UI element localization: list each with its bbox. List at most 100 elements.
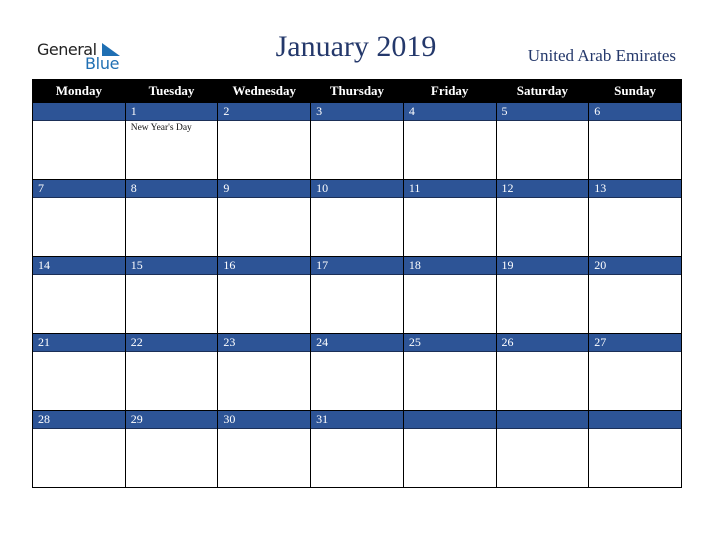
day-number: 29 — [125, 411, 218, 429]
holiday-label — [33, 198, 125, 200]
week-row: 14 15 16 17 18 19 20 — [32, 256, 682, 334]
day-cell[interactable] — [402, 410, 497, 488]
holiday-label — [497, 429, 589, 431]
day-cell[interactable]: 1 New Year's Day — [124, 102, 219, 180]
day-number: 24 — [311, 334, 403, 352]
weekday-header-sunday: Sunday — [588, 79, 682, 103]
day-number: 25 — [403, 334, 496, 352]
day-number — [589, 411, 681, 429]
holiday-label — [126, 429, 218, 431]
day-cell[interactable]: 27 — [588, 333, 682, 411]
day-cell[interactable]: 8 — [124, 179, 219, 257]
day-cell[interactable]: 21 — [32, 333, 126, 411]
day-cell[interactable]: 6 — [588, 102, 682, 180]
weekday-header-wednesday: Wednesday — [217, 79, 312, 103]
day-cell[interactable]: 23 — [217, 333, 312, 411]
holiday-label — [497, 121, 589, 123]
day-number: 16 — [218, 257, 311, 275]
day-cell[interactable] — [32, 102, 126, 180]
day-cell[interactable]: 18 — [402, 256, 497, 334]
holiday-label — [404, 429, 496, 431]
holiday-label — [404, 121, 496, 123]
day-number: 11 — [403, 180, 496, 198]
day-cell[interactable]: 17 — [310, 256, 404, 334]
day-cell[interactable]: 14 — [32, 256, 126, 334]
holiday-label — [497, 275, 589, 277]
day-cell[interactable]: 31 — [310, 410, 404, 488]
holiday-label — [589, 198, 681, 200]
holiday-label — [126, 275, 218, 277]
holiday-label — [589, 121, 681, 123]
holiday-label: New Year's Day — [130, 123, 192, 133]
day-number: 14 — [33, 257, 125, 275]
holiday-label — [311, 275, 403, 277]
day-number: 31 — [311, 411, 403, 429]
day-cell[interactable]: 16 — [217, 256, 312, 334]
day-number: 4 — [403, 103, 496, 121]
day-number: 21 — [33, 334, 125, 352]
week-row: 28 29 30 31 — [32, 410, 682, 488]
day-number — [33, 103, 125, 121]
day-cell[interactable]: 2 — [217, 102, 312, 180]
holiday-label — [311, 429, 403, 431]
day-number: 30 — [218, 411, 311, 429]
day-number: 17 — [311, 257, 403, 275]
day-cell[interactable]: 12 — [495, 179, 590, 257]
calendar-grid: Monday Tuesday Wednesday Thursday Friday Satu… — [32, 79, 682, 488]
day-number: 20 — [589, 257, 681, 275]
day-cell[interactable]: 3 — [310, 102, 404, 180]
day-cell[interactable]: 5 — [495, 102, 590, 180]
day-cell[interactable]: 25 — [402, 333, 497, 411]
day-number: 13 — [589, 180, 681, 198]
day-number — [496, 411, 589, 429]
day-cell[interactable]: 28 — [32, 410, 126, 488]
holiday-label — [497, 352, 589, 354]
holiday-label — [311, 198, 403, 200]
holiday-label — [33, 352, 125, 354]
holiday-label — [589, 429, 681, 431]
day-cell[interactable]: 4 — [402, 102, 497, 180]
day-cell[interactable]: 15 — [124, 256, 219, 334]
day-cell[interactable]: 9 — [217, 179, 312, 257]
day-number — [403, 411, 496, 429]
day-cell[interactable] — [588, 410, 682, 488]
holiday-label — [218, 429, 310, 431]
day-cell[interactable]: 22 — [124, 333, 219, 411]
day-cell[interactable]: 29 — [124, 410, 219, 488]
day-cell[interactable]: 13 — [588, 179, 682, 257]
day-cell[interactable]: 20 — [588, 256, 682, 334]
week-row: 7 8 9 10 11 12 13 — [32, 179, 682, 257]
day-cell[interactable]: 24 — [310, 333, 404, 411]
holiday-label — [589, 275, 681, 277]
day-number: 5 — [496, 103, 589, 121]
day-number: 26 — [496, 334, 589, 352]
day-number: 3 — [311, 103, 403, 121]
day-cell[interactable]: 19 — [495, 256, 590, 334]
holiday-label — [404, 275, 496, 277]
holiday-label — [218, 352, 310, 354]
day-cell[interactable]: 7 — [32, 179, 126, 257]
day-cell[interactable]: 11 — [402, 179, 497, 257]
day-number: 6 — [589, 103, 681, 121]
day-number: 1 — [125, 103, 218, 121]
country-label: United Arab Emirates — [527, 46, 676, 65]
day-cell[interactable]: 26 — [495, 333, 590, 411]
day-number: 27 — [589, 334, 681, 352]
holiday-label — [311, 352, 403, 354]
day-number: 19 — [496, 257, 589, 275]
day-number: 2 — [218, 103, 311, 121]
holiday-label — [126, 352, 218, 354]
day-number: 7 — [33, 180, 125, 198]
holiday-label — [218, 275, 310, 277]
holiday-label — [311, 121, 403, 123]
day-number: 9 — [218, 180, 311, 198]
day-cell[interactable] — [495, 410, 590, 488]
day-cell[interactable]: 30 — [217, 410, 312, 488]
holiday-label — [218, 198, 310, 200]
day-cell[interactable]: 10 — [310, 179, 404, 257]
day-number: 28 — [33, 411, 125, 429]
weekday-header-tuesday: Tuesday — [124, 79, 219, 103]
weekday-header-row: Monday Tuesday Wednesday Thursday Friday Satu… — [32, 79, 682, 103]
day-number: 15 — [125, 257, 218, 275]
week-row: 1 New Year's Day 2 3 4 5 6 — [32, 102, 682, 180]
